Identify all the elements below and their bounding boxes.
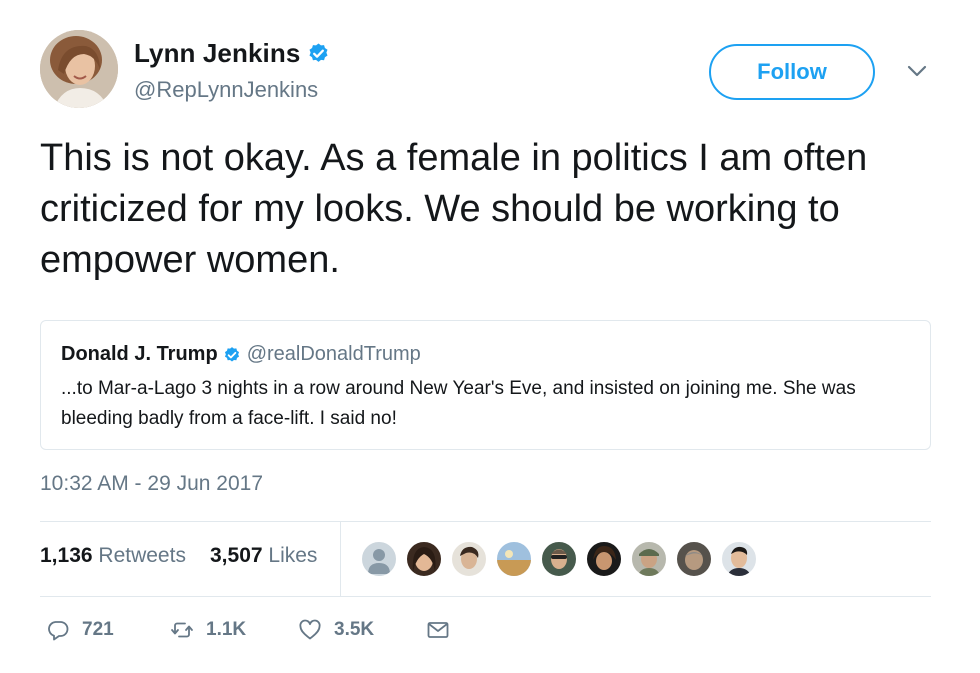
profile-photo-icon — [638, 549, 660, 576]
quoted-author-name: Donald J. Trump — [61, 343, 218, 365]
profile-photo-icon — [685, 550, 703, 570]
author-handle[interactable]: @RepLynnJenkins — [134, 77, 330, 103]
verified-badge-icon — [309, 43, 328, 62]
profile-photo-icon — [551, 549, 567, 569]
liker-avatar[interactable] — [495, 540, 533, 578]
author-name[interactable]: Lynn Jenkins — [134, 38, 300, 69]
liker-avatar[interactable] — [675, 540, 713, 578]
tweet-text: This is not okay. As a female in politic… — [40, 137, 868, 281]
profile-photo-icon — [727, 546, 751, 576]
retweets-count: 1,136 — [40, 544, 93, 567]
liker-avatar[interactable] — [630, 540, 668, 578]
tweet-stats: 1,136 Retweets 3,507 Likes — [40, 522, 931, 596]
author-avatar[interactable] — [40, 30, 118, 108]
tweet-timestamp[interactable]: 10:32 AM - 29 Jun 2017 — [40, 472, 263, 496]
liker-avatar[interactable] — [720, 540, 758, 578]
retweets-stat[interactable]: 1,136 Retweets — [40, 544, 186, 568]
retweets-label: Retweets — [98, 544, 186, 567]
quoted-author-handle: @realDonaldTrump — [246, 343, 421, 365]
envelope-icon — [427, 622, 449, 638]
liker-avatar[interactable] — [585, 540, 623, 578]
profile-photo-icon — [460, 546, 479, 569]
like-button[interactable]: 3.5K — [298, 618, 374, 642]
liker-avatar[interactable] — [450, 540, 488, 578]
retweet-button[interactable]: 1.1K — [170, 618, 246, 642]
quoted-tweet-text: ...to Mar-a-Lago 3 nights in a row aroun… — [61, 378, 856, 429]
verified-badge-icon — [224, 346, 239, 362]
liker-avatar[interactable] — [540, 540, 578, 578]
profile-photo-icon — [412, 547, 436, 572]
author-info: Lynn Jenkins @RepLynnJenkins — [134, 38, 330, 103]
quoted-tweet[interactable]: Donald J. Trump @realDonaldTrump ...to M… — [40, 320, 931, 450]
liker-avatar-default[interactable] — [360, 540, 398, 578]
avatar-photo-icon — [40, 30, 118, 108]
likes-stat[interactable]: 3,507 Likes — [210, 544, 317, 568]
tweet-actions: 721 1.1K 3.5K — [40, 612, 931, 652]
chevron-down-icon[interactable] — [906, 60, 928, 82]
likes-label: Likes — [268, 544, 318, 567]
quoted-tweet-header: Donald J. Trump @realDonaldTrump — [61, 343, 421, 366]
tweet-header: Lynn Jenkins @RepLynnJenkins Follow — [40, 30, 940, 112]
landscape-photo-icon — [497, 550, 531, 576]
liker-avatar[interactable] — [405, 540, 443, 578]
reply-icon — [48, 621, 69, 641]
reply-button[interactable]: 721 — [46, 618, 114, 642]
retweet-icon — [171, 622, 193, 638]
stats-separator — [340, 522, 341, 596]
likes-count: 3,507 — [210, 544, 263, 567]
direct-message-button[interactable] — [426, 618, 450, 642]
profile-photo-icon — [593, 546, 616, 570]
default-profile-icon — [368, 549, 390, 574]
retweet-count: 1.1K — [206, 619, 247, 640]
follow-button[interactable]: Follow — [709, 44, 875, 100]
heart-icon — [299, 619, 321, 640]
divider — [40, 596, 931, 597]
reply-count: 721 — [82, 619, 114, 640]
like-count: 3.5K — [334, 619, 375, 640]
